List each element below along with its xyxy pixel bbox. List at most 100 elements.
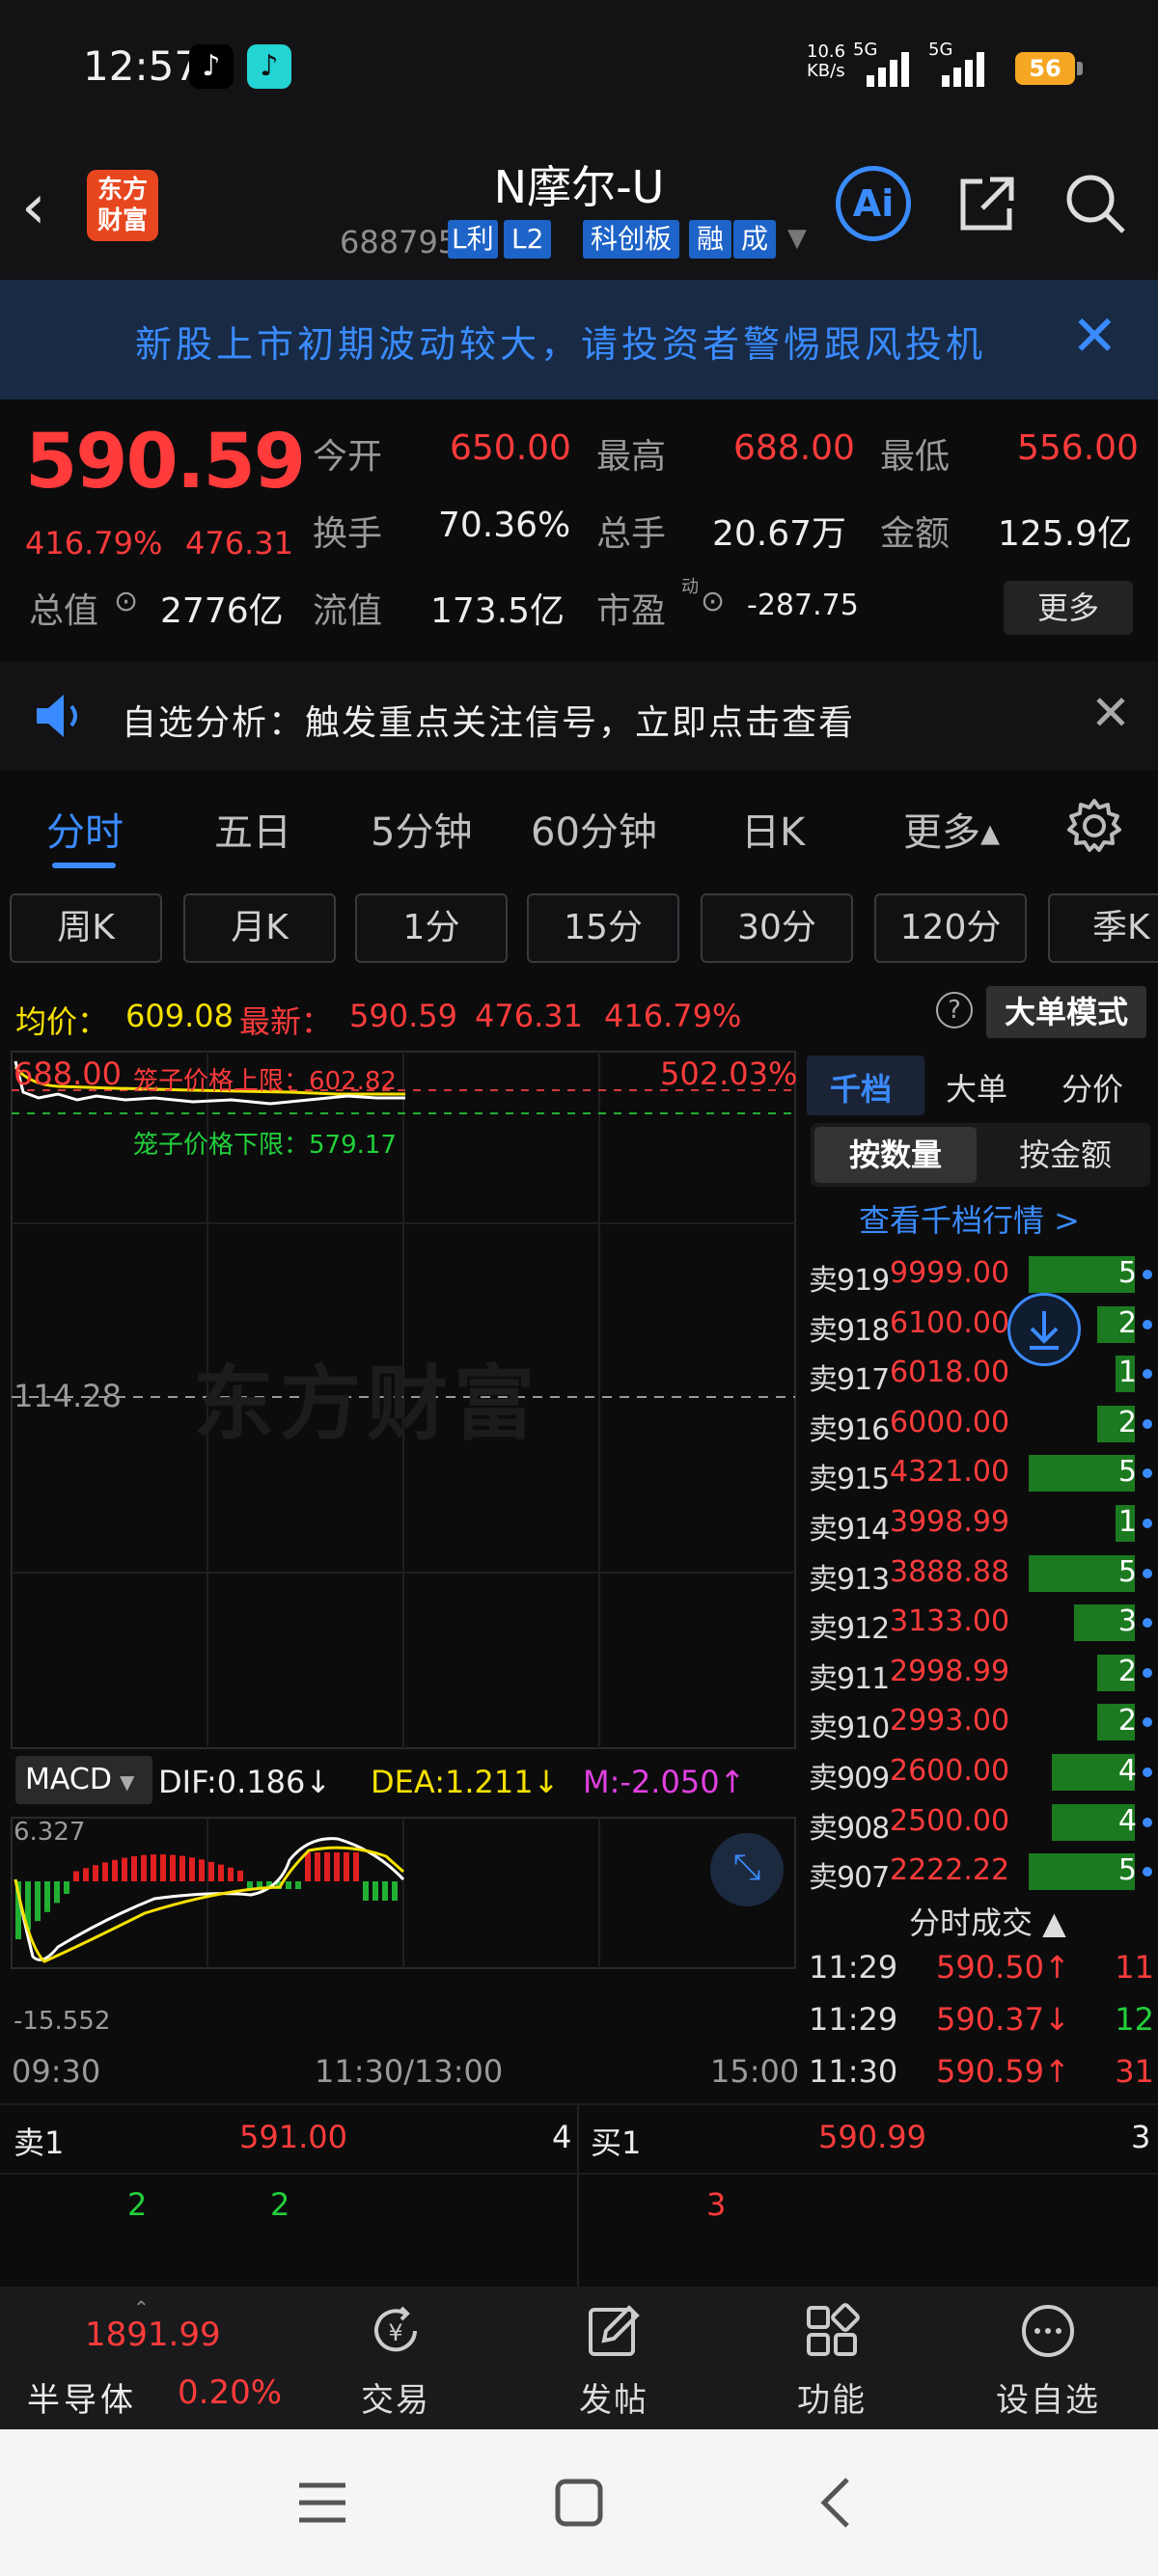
macd-bar	[160, 1854, 166, 1881]
toggle-by-qty[interactable]: 按数量	[814, 1127, 977, 1183]
back-nav-icon[interactable]	[816, 2476, 855, 2530]
float-value: 173.5亿	[430, 591, 565, 631]
sell1-sub-2: 2	[270, 2186, 290, 2223]
tag-margin[interactable]: 融	[689, 220, 732, 259]
trade-time: 11:30	[809, 2053, 898, 2090]
order-dot-icon	[1143, 1568, 1152, 1578]
order-dot-icon	[1143, 1418, 1152, 1429]
order-row[interactable]: 卖911 2998.99 2	[803, 1647, 1158, 1697]
order-row[interactable]: 卖909 2600.00 4	[803, 1746, 1158, 1796]
order-dot-icon	[1143, 1319, 1152, 1329]
macd-bar	[35, 1881, 41, 1922]
kline-1min[interactable]: 1分	[355, 893, 508, 963]
sell1-price: 591.00	[239, 2119, 347, 2155]
macd-bar	[295, 1881, 301, 1889]
app-logo[interactable]: 东方 财富	[87, 170, 158, 241]
home-icon[interactable]	[554, 2478, 604, 2528]
mcap-info-icon[interactable]: ⊙	[114, 585, 138, 618]
qty-amount-toggle[interactable]: 按数量 按金额	[811, 1123, 1150, 1187]
turnover-label: 换手	[313, 514, 383, 554]
order-row[interactable]: 卖908 2500.00 4	[803, 1796, 1158, 1847]
macd-selector[interactable]: MACD ▼	[15, 1756, 152, 1804]
order-volume: 5	[1117, 1554, 1137, 1589]
trade-time: 11:29	[809, 1949, 898, 1986]
order-row[interactable]: 卖912 3133.00 3	[803, 1597, 1158, 1647]
kline-30min[interactable]: 30分	[701, 893, 853, 963]
macd-bar	[131, 1855, 137, 1881]
tab-daily-k[interactable]: 日K	[741, 801, 805, 857]
order-price: 3998.99	[890, 1505, 1010, 1539]
help-icon[interactable]: ?	[936, 992, 973, 1028]
menu-icon[interactable]	[295, 2480, 349, 2526]
tab-5day[interactable]: 五日	[214, 801, 291, 857]
trade-volume: 11	[1115, 1949, 1154, 1986]
tab-intraday[interactable]: 分时	[46, 801, 124, 857]
order-row[interactable]: 卖915 4321.00 5	[803, 1447, 1158, 1497]
order-row[interactable]: 卖919 9999.00 5	[803, 1248, 1158, 1299]
net-speed: 10.6 KB/s	[807, 41, 846, 81]
buy1-label: 买1	[591, 2124, 642, 2161]
macd-bar	[199, 1859, 205, 1881]
intraday-chart[interactable]: 688.00 502.03% 笼子价格上限：602.82 笼子价格下限：579.…	[0, 1050, 801, 2101]
macd-bar	[83, 1868, 89, 1881]
close-notice-icon[interactable]: ✕	[1090, 685, 1131, 741]
big-order-mode-button[interactable]: 大单模式	[986, 986, 1146, 1038]
order-row[interactable]: 卖907 2222.22 5	[803, 1846, 1158, 1896]
rtab-price-dist[interactable]: 分价	[1062, 1065, 1123, 1110]
share-icon[interactable]	[955, 172, 1019, 235]
order-row[interactable]: 卖916 6000.00 2	[803, 1398, 1158, 1448]
order-volume: 5	[1117, 1256, 1137, 1290]
view-thousand-levels-link[interactable]: 查看千档行情 >	[859, 1196, 1080, 1241]
close-banner-icon[interactable]: ✕	[1071, 303, 1118, 369]
download-icon[interactable]	[1007, 1293, 1081, 1366]
chevron-down-icon[interactable]: ▼	[787, 224, 807, 253]
stock-code: 688795	[340, 224, 458, 260]
battery-icon: 56	[1015, 52, 1083, 85]
change-pct: 416.79%	[25, 525, 163, 562]
back-button[interactable]: ‹	[21, 172, 46, 243]
kline-quarterly[interactable]: 季K	[1048, 893, 1158, 963]
rtab-thousand-levels[interactable]: 千档	[830, 1065, 892, 1110]
macd-max-label: 6.327	[14, 1818, 86, 1847]
tag-l2[interactable]: L2	[504, 220, 552, 259]
svg-text:¥: ¥	[388, 2319, 402, 2346]
kline-weekly[interactable]: 周K	[10, 893, 162, 963]
order-row[interactable]: 卖910 2993.00 2	[803, 1696, 1158, 1746]
index-ticker[interactable]: ⌃ 1891.99 半导体 0.20%	[0, 2287, 290, 2429]
order-row[interactable]: 卖918 6100.00 2	[803, 1299, 1158, 1349]
gear-icon[interactable]	[1065, 797, 1123, 855]
kline-15min[interactable]: 15分	[527, 893, 679, 963]
order-row[interactable]: 卖914 3998.99 1	[803, 1497, 1158, 1548]
trades-title[interactable]: 分时成交 ▲	[909, 1899, 1066, 1943]
high-label: 最高	[596, 437, 667, 477]
nav-trade[interactable]: ¥ 交易	[309, 2287, 482, 2429]
tab-5min[interactable]: 5分钟	[371, 801, 472, 857]
tag-lili[interactable]: L利	[448, 220, 498, 259]
order-dot-icon	[1143, 1768, 1152, 1777]
kline-120min[interactable]: 120分	[874, 893, 1027, 963]
ai-button[interactable]: Ai	[836, 166, 911, 241]
pe-info-icon[interactable]: ⊙	[701, 585, 725, 618]
nav-add-watchlist[interactable]: 设自选	[961, 2287, 1135, 2429]
tab-more[interactable]: 更多▴	[903, 801, 1000, 857]
buy1-sub-1: 3	[706, 2186, 727, 2223]
more-button[interactable]: 更多	[1004, 581, 1133, 635]
kline-monthly[interactable]: 月K	[183, 893, 336, 963]
tab-60min[interactable]: 60分钟	[531, 801, 657, 857]
rtab-big-orders[interactable]: 大单	[946, 1065, 1007, 1110]
search-icon[interactable]	[1063, 172, 1127, 235]
order-row[interactable]: 卖913 3888.88 5	[803, 1548, 1158, 1598]
order-dot-icon	[1143, 1618, 1152, 1629]
analysis-notice[interactable]: 自选分析：触发重点关注信号，立即点击查看 ✕	[0, 662, 1158, 770]
nav-post[interactable]: 发帖	[527, 2287, 701, 2429]
order-row[interactable]: 卖917 6018.00 1	[803, 1348, 1158, 1398]
tag-component[interactable]: 成	[733, 220, 777, 259]
tag-kechuang[interactable]: 科创板	[583, 220, 680, 259]
order-dot-icon	[1143, 1369, 1152, 1380]
expand-icon[interactable]: ⤡	[710, 1833, 784, 1906]
risk-banner[interactable]: 新股上市初期波动较大，请投资者警惕跟风投机 ✕	[0, 280, 1158, 399]
top-pct-label: 502.03%	[660, 1055, 798, 1092]
amount-value: 125.9亿	[998, 514, 1133, 554]
nav-functions[interactable]: 功能	[745, 2287, 919, 2429]
toggle-by-amount[interactable]: 按金额	[984, 1127, 1146, 1183]
